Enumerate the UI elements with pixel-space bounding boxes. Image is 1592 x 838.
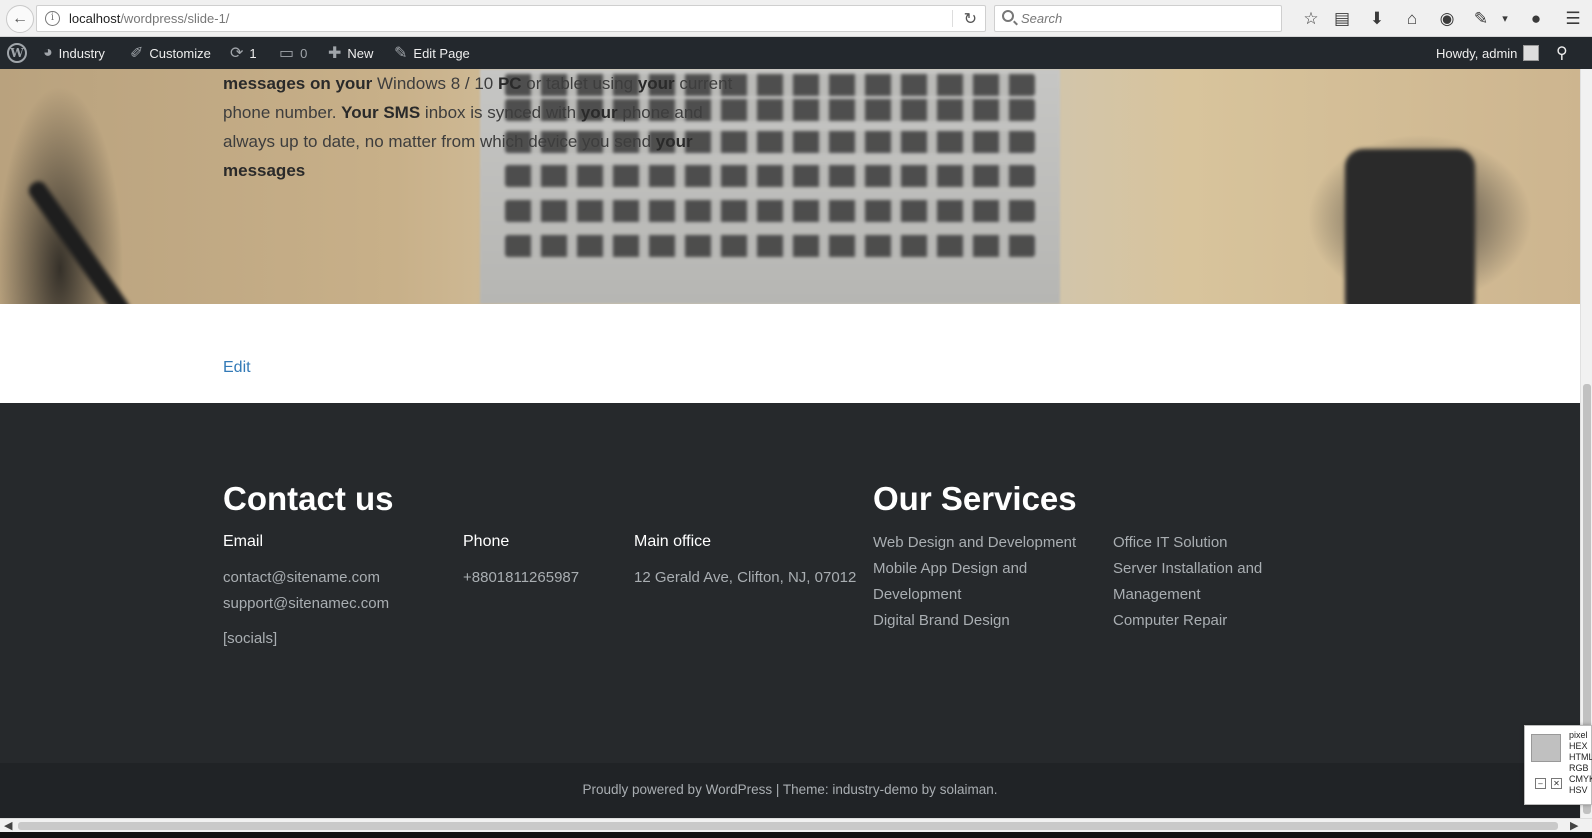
email-2[interactable]: support@sitenamec.com: [223, 591, 389, 617]
service-item[interactable]: Computer Repair: [1113, 608, 1262, 634]
contact-heading: Contact us: [223, 480, 394, 517]
dashboard-icon: ◕: [43, 44, 53, 61]
scroll-left-icon[interactable]: ◀: [4, 819, 12, 832]
close-button[interactable]: ✕: [1551, 778, 1562, 789]
service-item[interactable]: Digital Brand Design: [873, 608, 1076, 634]
search-input[interactable]: Search: [994, 5, 1282, 32]
bookmark-star-icon[interactable]: ☆: [1300, 8, 1322, 30]
reload-icon[interactable]: ↻: [964, 9, 977, 29]
socials-placeholder: [socials]: [223, 630, 278, 647]
os-taskbar: [0, 832, 1592, 838]
url-text[interactable]: localhost/wordpress/slide-1/: [69, 11, 229, 26]
service-item[interactable]: Management: [1113, 582, 1262, 608]
comments-link[interactable]: ▭ 0: [279, 37, 307, 69]
author-link[interactable]: solaiman: [940, 782, 994, 797]
services-list-2: Office IT Solution Server Installation a…: [1113, 530, 1262, 634]
wordpress-link[interactable]: WordPress: [706, 782, 773, 797]
color-picker-widget[interactable]: pixel HEX HTML RGB CMYK HSV – ✕: [1524, 725, 1592, 805]
keyboard-row: [505, 235, 1035, 257]
search-placeholder: Search: [1021, 11, 1063, 26]
service-item[interactable]: Development: [873, 582, 1076, 608]
account-menu[interactable]: Howdy, admin: [1436, 37, 1540, 69]
back-arrow-icon[interactable]: ←: [6, 5, 34, 33]
home-icon[interactable]: ⌂: [1401, 8, 1423, 30]
service-item[interactable]: Mobile App Design and: [873, 556, 1076, 582]
service-item[interactable]: Web Design and Development: [873, 530, 1076, 556]
site-footer: Contact us Email contact@sitename.com su…: [0, 403, 1580, 763]
services-heading: Our Services: [873, 480, 1077, 517]
pen-image: [25, 178, 133, 304]
services-list-1: Web Design and Development Mobile App De…: [873, 530, 1076, 634]
office-address: 12 Gerald Ave, Clifton, NJ, 07012: [634, 569, 857, 586]
service-item[interactable]: Server Installation and: [1113, 556, 1262, 582]
copyright-bar: Proudly powered by WordPress | Theme: in…: [0, 763, 1580, 818]
download-icon[interactable]: ⬇: [1366, 8, 1388, 30]
updates-link[interactable]: ⟳ 1: [230, 37, 257, 69]
scroll-right-icon[interactable]: ▶: [1570, 819, 1578, 832]
chat-icon[interactable]: ●: [1525, 8, 1547, 30]
brush-icon: ✐: [130, 45, 144, 62]
hero-slide: messages on your Windows 8 / 10 PC or ta…: [0, 69, 1580, 304]
browser-toolbar: ← i localhost/wordpress/slide-1/ ↻ Searc…: [0, 0, 1592, 37]
wp-admin-bar: W ◕ Industry ✐ Customize ⟳ 1 ▭ 0 ✚ New ✎ Edit …: [0, 37, 1592, 69]
page-content: Edit: [0, 304, 1580, 403]
menu-icon[interactable]: ☰: [1562, 8, 1584, 30]
extension-icon[interactable]: ✎: [1470, 8, 1492, 30]
search-icon: [1002, 10, 1014, 22]
keyboard-row: [505, 200, 1035, 222]
service-item[interactable]: Office IT Solution: [1113, 530, 1262, 556]
plus-icon: ✚: [328, 45, 342, 62]
email-title: Email: [223, 533, 264, 550]
pencil-icon: ✎: [394, 45, 408, 62]
minimize-button[interactable]: –: [1535, 778, 1546, 789]
reading-list-icon[interactable]: ▤: [1331, 8, 1353, 30]
wp-logo-icon[interactable]: W: [7, 37, 27, 69]
phone-title: Phone: [463, 533, 510, 550]
office-title: Main office: [634, 533, 712, 550]
vertical-scrollbar[interactable]: [1580, 69, 1592, 818]
hero-text: messages on your Windows 8 / 10 PC or ta…: [223, 74, 733, 180]
color-swatch: [1531, 734, 1561, 762]
color-picker-labels: pixel HEX HTML RGB CMYK HSV: [1569, 730, 1592, 795]
info-icon[interactable]: i: [45, 11, 60, 26]
phone-image: [1345, 149, 1475, 304]
updates-icon: ⟳: [230, 45, 244, 62]
url-bar[interactable]: i localhost/wordpress/slide-1/ ↻: [36, 5, 986, 32]
email-1[interactable]: contact@sitename.com: [223, 565, 380, 591]
comment-icon: ▭: [279, 45, 295, 62]
url-separator: [952, 10, 953, 27]
edit-link[interactable]: Edit: [223, 359, 251, 377]
phone-number[interactable]: +8801811265987: [463, 565, 579, 591]
edit-page-link[interactable]: ✎ Edit Page: [394, 37, 470, 69]
avatar: [1523, 45, 1540, 61]
new-content-link[interactable]: ✚ New: [328, 37, 373, 69]
pocket-icon[interactable]: ◉: [1436, 8, 1458, 30]
horizontal-scroll-thumb[interactable]: [18, 822, 1558, 830]
admin-search-icon[interactable]: ⚲: [1556, 37, 1568, 69]
horizontal-scrollbar[interactable]: ◀ ▶: [0, 818, 1592, 832]
dropdown-arrow-icon[interactable]: ▾: [1494, 8, 1516, 30]
site-name-link[interactable]: ◕ Industry: [43, 37, 105, 69]
customize-link[interactable]: ✐ Customize: [130, 37, 211, 69]
